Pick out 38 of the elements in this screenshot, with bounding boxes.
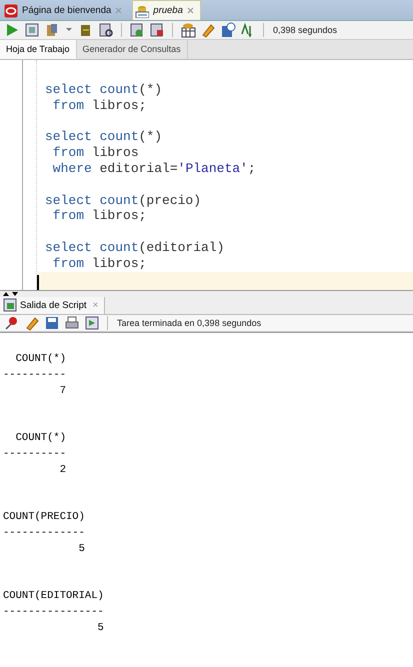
eraser-icon[interactable] <box>24 314 40 331</box>
code-line: where editorial='Planeta'; <box>52 160 257 177</box>
code-line: select count(precio) <box>45 192 202 208</box>
run-icon[interactable] <box>4 22 20 38</box>
editor-tab[interactable]: Hoja de Trabajo <box>0 40 77 60</box>
column-header: COUNT(*) <box>14 431 66 446</box>
elapsed-time: 0,398 segundos <box>273 25 338 36</box>
header-rule: ------------- <box>3 526 85 541</box>
tab-close-icon[interactable] <box>186 7 194 14</box>
result-value: 5 <box>78 542 85 557</box>
document-tab[interactable]: prueba <box>132 0 201 20</box>
column-header: COUNT(EDITORIAL) <box>3 589 104 604</box>
column-header: COUNT(*) <box>14 352 66 367</box>
print-icon[interactable] <box>64 314 80 331</box>
eraser-icon[interactable] <box>200 22 216 38</box>
text-cursor <box>37 274 39 290</box>
save-icon[interactable] <box>44 314 60 331</box>
header-rule: ---------- <box>3 368 66 383</box>
code-line: select count(*) <box>45 129 164 146</box>
code-line: select count(editorial) <box>45 240 226 256</box>
document-tab[interactable]: Página de bienvenda <box>2 1 128 20</box>
code-line: from libros; <box>52 256 148 272</box>
editor-tab[interactable]: Generador de Consultas <box>76 40 188 60</box>
code-line: from libros; <box>52 208 148 224</box>
header-rule: ---------- <box>3 447 66 462</box>
output-tab[interactable]: Salida de Script × <box>0 296 106 314</box>
header-rule: ---------------- <box>3 605 104 620</box>
task-status: Tarea terminada en 0,398 segundos <box>117 318 262 328</box>
table-icon[interactable] <box>180 22 196 38</box>
pin-icon[interactable] <box>4 314 20 331</box>
result-value: 5 <box>96 621 104 636</box>
result-value: 7 <box>58 384 66 399</box>
code-line: from libros; <box>52 98 148 114</box>
column-header: COUNT(PRECIO) <box>3 510 85 525</box>
database-sheet-icon[interactable] <box>135 4 150 18</box>
code-line: from libros <box>52 145 140 161</box>
result-value: 2 <box>58 463 66 478</box>
code-line: select count(*) <box>45 82 164 98</box>
